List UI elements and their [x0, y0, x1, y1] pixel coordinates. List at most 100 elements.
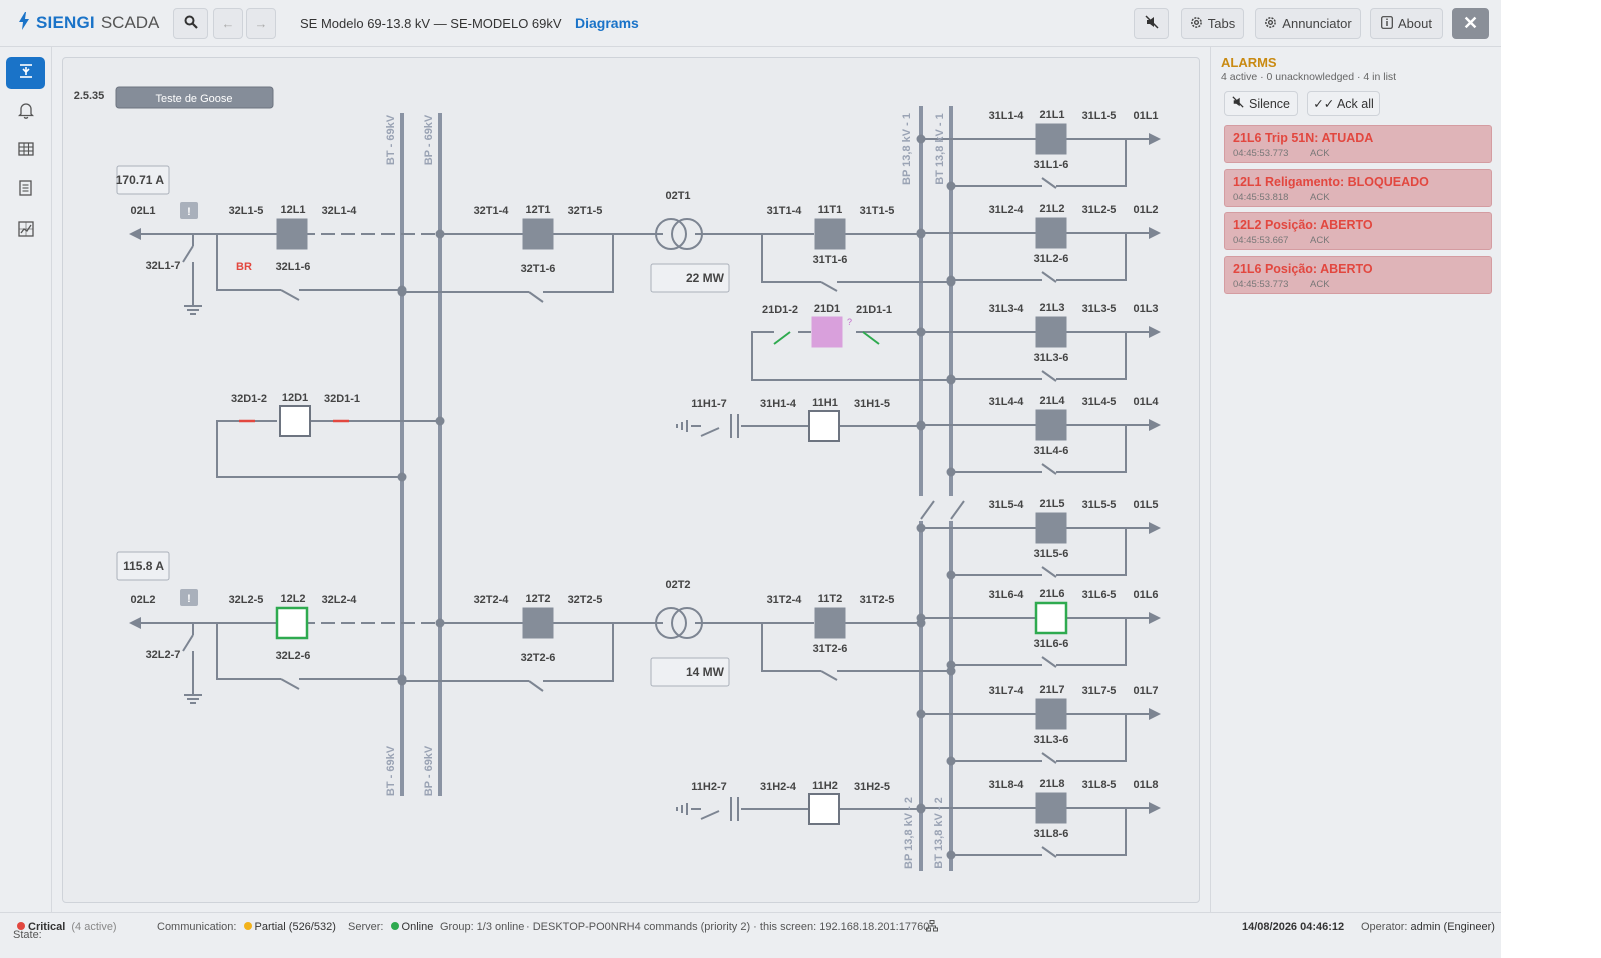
disconnect-switch[interactable] — [182, 245, 194, 263]
diagrams-link[interactable]: Diagrams — [575, 15, 639, 31]
disconnect-switch[interactable] — [700, 427, 720, 437]
disconnect-switch[interactable] — [528, 291, 544, 303]
equipment-label: 31L4-4 — [989, 396, 1025, 408]
disconnect-switch[interactable] — [920, 500, 935, 520]
disconnect-switch[interactable] — [280, 289, 300, 301]
ack-all-button[interactable]: ✓✓ Ack all — [1307, 91, 1380, 116]
alarm-item[interactable]: 12L2 Posição: ABERTO 04:45:53.667 ACK — [1224, 212, 1492, 250]
disconnect-switch[interactable] — [1041, 463, 1057, 475]
back-button[interactable]: ← — [213, 8, 243, 39]
alarm-ack-button[interactable]: ACK — [1310, 148, 1330, 159]
circuit-breaker-11T2[interactable] — [814, 607, 846, 639]
disconnect-switch[interactable] — [1041, 370, 1057, 382]
alarm-ack-button[interactable]: ACK — [1310, 192, 1330, 203]
bus-label: BP 13,8 kV - 1 — [901, 113, 913, 185]
feeder-arrow — [1149, 133, 1161, 145]
junction-node — [916, 613, 926, 623]
junction-node — [946, 181, 956, 191]
junction-node — [916, 709, 926, 719]
circuit-breaker-12L1[interactable] — [276, 218, 308, 250]
circuit-breaker-21L5[interactable] — [1035, 512, 1067, 544]
disconnect-switch[interactable] — [280, 678, 300, 690]
disconnect-switch[interactable] — [182, 634, 194, 652]
bus-label: BT - 69kV — [385, 745, 397, 796]
equipment-label: 11T1 — [818, 204, 842, 216]
equipment-label: 31L1-5 — [1082, 110, 1117, 122]
circuit-breaker-21L3[interactable] — [1035, 316, 1067, 348]
junction-node — [916, 803, 926, 813]
server-status: Server: Online — [348, 921, 433, 933]
brand-logo: SIENGI SCADA — [18, 11, 159, 35]
feeder-arrow — [1149, 612, 1161, 624]
tabs-label: Tabs — [1207, 16, 1236, 31]
circuit-breaker-12D1[interactable] — [279, 405, 311, 437]
alarm-ack-button[interactable]: ACK — [1310, 279, 1330, 290]
circuit-breaker-21L7[interactable] — [1035, 698, 1067, 730]
circuit-breaker-21L1[interactable] — [1035, 123, 1067, 155]
sidebar-item-log[interactable] — [6, 174, 45, 206]
annunciator-button[interactable]: Annunciator — [1255, 8, 1361, 39]
circuit-breaker-21D1[interactable] — [811, 316, 843, 348]
circuit-breaker-11H1[interactable] — [808, 410, 840, 442]
tabs-button[interactable]: Tabs — [1181, 8, 1244, 39]
circuit-breaker-12L2[interactable] — [275, 606, 309, 640]
feeder-arrow — [129, 228, 141, 240]
document-icon — [18, 179, 33, 201]
equipment-label: 21L7 — [1039, 684, 1064, 696]
circuit-breaker-12T1[interactable] — [522, 218, 554, 250]
circuit-breaker-11T1[interactable] — [814, 218, 846, 250]
equipment-label: 32L1-6 — [276, 261, 311, 273]
server-value: Online — [401, 921, 434, 933]
alarm-time: 04:45:53.667 — [1233, 235, 1289, 246]
junction-node — [916, 228, 926, 238]
circuit-breaker-21L2[interactable] — [1035, 217, 1067, 249]
circuit-breaker-12T2[interactable] — [522, 607, 554, 639]
disconnect-switch[interactable] — [528, 680, 544, 692]
lightning-icon — [18, 11, 30, 35]
mute-button[interactable] — [1134, 8, 1169, 39]
state-extra: (4 active) — [71, 921, 117, 933]
sidebar-item-table[interactable] — [6, 135, 45, 167]
junction-node — [916, 523, 926, 533]
equipment-label: 11H2-7 — [691, 781, 726, 793]
alarm-ack-button[interactable]: ACK — [1310, 235, 1330, 246]
disconnect-switch[interactable] — [862, 331, 880, 345]
sidebar-item-diagram[interactable] — [6, 57, 45, 89]
sidebar-item-trends[interactable] — [6, 215, 45, 247]
warning-icon: ! — [187, 206, 191, 218]
circuit-breaker-21L6[interactable] — [1034, 601, 1068, 635]
forward-button[interactable]: → — [246, 8, 276, 39]
disconnect-switch[interactable] — [1041, 177, 1057, 189]
commands-status: · DESKTOP-PO0NRH4 commands (priority 2) … — [526, 921, 930, 933]
disconnect-switch[interactable] — [950, 500, 965, 520]
circuit-breaker-11H2[interactable] — [808, 793, 840, 825]
equipment-label: 32L2-5 — [229, 594, 264, 606]
comm-label: Communication: — [157, 921, 237, 933]
diagram-canvas: 2.5.35 Teste de Goose BT - 69kV BP - 69kV BT… — [74, 86, 1161, 871]
equipment-label: 01L7 — [1133, 685, 1158, 697]
equipment-label: 32D1-2 — [231, 393, 267, 405]
alarm-item[interactable]: 21L6 Trip 51N: ATUADA 04:45:53.773 ACK — [1224, 125, 1492, 163]
circuit-breaker-21L8[interactable] — [1035, 792, 1067, 824]
alarm-item[interactable]: 12L1 Religamento: BLOQUEADO 04:45:53.818 A… — [1224, 169, 1492, 207]
disconnect-switch[interactable] — [820, 670, 838, 681]
disconnect-switch[interactable] — [1041, 846, 1057, 858]
search-button[interactable] — [173, 8, 208, 39]
disconnect-switch[interactable] — [1041, 271, 1057, 283]
circuit-breaker-21L4[interactable] — [1035, 409, 1067, 441]
disconnect-switch[interactable] — [1041, 656, 1057, 668]
feeder-arrow — [1149, 522, 1161, 534]
equipment-label: 02T1 — [665, 190, 690, 202]
alarm-item[interactable]: 21L6 Posição: ABERTO 04:45:53.773 ACK — [1224, 256, 1492, 294]
alarm-text: 21L6 Posição: ABERTO — [1233, 262, 1373, 276]
disconnect-switch[interactable] — [700, 810, 720, 820]
close-button[interactable]: ✕ — [1452, 8, 1489, 39]
disconnect-switch[interactable] — [773, 331, 791, 345]
disconnect-switch[interactable] — [820, 281, 838, 292]
sidebar-item-alarms[interactable] — [6, 97, 45, 129]
disconnect-switch[interactable] — [1041, 566, 1057, 578]
disconnect-switch[interactable] — [1041, 752, 1057, 764]
silence-button[interactable]: Silence — [1224, 91, 1298, 116]
about-button[interactable]: About — [1370, 8, 1443, 39]
alarm-time: 04:45:53.773 — [1233, 148, 1289, 159]
